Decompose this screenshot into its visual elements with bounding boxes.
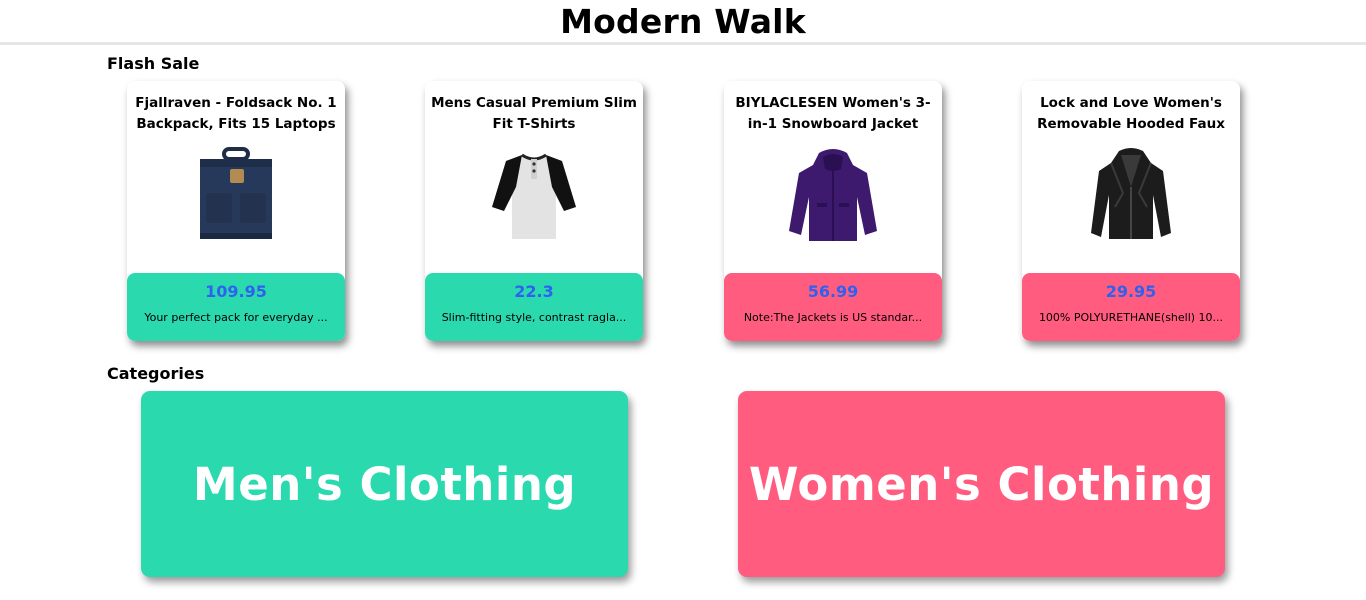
- flash-sale-heading: Flash Sale: [107, 54, 200, 73]
- categories-heading: Categories: [107, 364, 205, 383]
- product-title: Fjallraven - Foldsack No. 1 Backpack, Fi…: [135, 95, 337, 132]
- product-info: 29.95 100% POLYURETHANE(shell) 10...: [1022, 273, 1240, 341]
- app-title: Modern Walk: [560, 1, 806, 41]
- product-price: 29.95: [1105, 282, 1157, 301]
- product-description: 100% POLYURETHANE(shell) 10...: [1038, 311, 1224, 324]
- product-description: Your perfect pack for everyday ...: [144, 311, 328, 324]
- product-price: 22.3: [514, 282, 554, 301]
- product-title: Lock and Love Women's Removable Hooded F…: [1037, 95, 1225, 132]
- category-label: Women's Clothing: [748, 457, 1215, 511]
- product-description: Note:The Jackets is US standar...: [743, 311, 923, 324]
- flash-sale-list: Fjallraven - Foldsack No. 1 Backpack, Fi…: [127, 81, 1240, 341]
- category-womens-clothing[interactable]: Women's Clothing: [738, 391, 1225, 577]
- backpack-icon: [200, 147, 272, 239]
- leather-jacket-icon: [1091, 148, 1171, 239]
- app-header: Modern Walk: [0, 0, 1366, 45]
- product-info: 56.99 Note:The Jackets is US standar...: [724, 273, 942, 341]
- product-description: Slim-fitting style, contrast ragla...: [441, 311, 627, 324]
- product-title: BIYLACLESEN Women's 3-in-1 Snowboard Jac…: [735, 95, 931, 132]
- jacket-icon: [789, 149, 877, 241]
- category-mens-clothing[interactable]: Men's Clothing: [141, 391, 628, 577]
- product-card[interactable]: Fjallraven - Foldsack No. 1 Backpack, Fi…: [127, 81, 345, 341]
- product-card[interactable]: Lock and Love Women's Removable Hooded F…: [1022, 81, 1240, 341]
- product-info: 22.3 Slim-fitting style, contrast ragla.…: [425, 273, 643, 341]
- tshirt-icon: [492, 153, 576, 239]
- product-card[interactable]: Mens Casual Premium Slim Fit T-Shirts 22…: [425, 81, 643, 341]
- product-info: 109.95 Your perfect pack for everyday ..…: [127, 273, 345, 341]
- product-card[interactable]: BIYLACLESEN Women's 3-in-1 Snowboard Jac…: [724, 81, 942, 341]
- product-price: 109.95: [205, 282, 267, 301]
- category-label: Men's Clothing: [192, 457, 577, 511]
- product-price: 56.99: [807, 282, 859, 301]
- product-title: Mens Casual Premium Slim Fit T-Shirts: [431, 95, 637, 132]
